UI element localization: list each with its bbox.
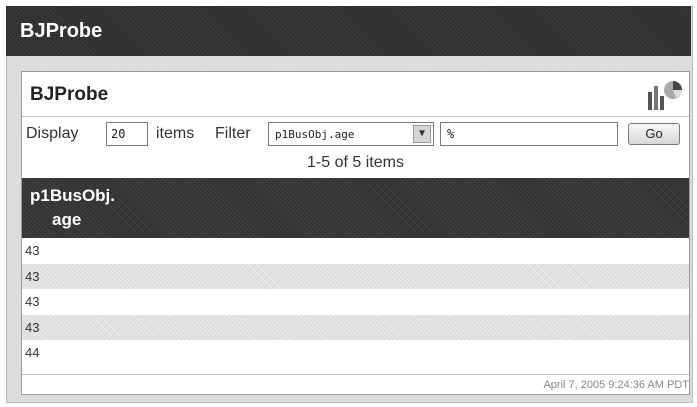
items-label: items <box>156 125 195 142</box>
items-per-page-input[interactable]: 20 <box>106 122 148 146</box>
window-title: BJProbe <box>20 20 103 42</box>
probe-panel: BJProbe Display 20 items Filter p1BusObj… <box>21 71 690 395</box>
chevron-down-icon[interactable]: ▼ <box>413 125 431 143</box>
panel-header: BJProbe <box>22 72 689 117</box>
filter-field-select[interactable]: p1BusObj.age ▼ <box>268 122 434 146</box>
display-label: Display <box>26 125 79 142</box>
chart-icon[interactable] <box>645 78 683 112</box>
timestamp: April 7, 2005 9:24:36 AM PDT <box>543 379 689 391</box>
column-header-line1: p1BusObj. <box>30 186 116 205</box>
table-row: 44 <box>25 345 40 360</box>
filter-controls: Display 20 items Filter p1BusObj.age ▼ %… <box>22 120 689 150</box>
table-row: 43 <box>22 314 689 340</box>
filter-label: Filter <box>215 125 251 142</box>
column-header-line2: age <box>52 210 82 229</box>
go-button[interactable]: Go <box>628 123 680 145</box>
results-table: 43 43 43 43 44 <box>22 238 689 366</box>
pager-text: 1-5 of 5 items <box>307 154 404 171</box>
column-header-age[interactable]: p1BusObj. age <box>22 178 689 238</box>
panel-title: BJProbe <box>30 84 109 105</box>
filter-value-input[interactable]: % <box>440 122 618 146</box>
window-title-bar: BJProbe <box>6 6 691 56</box>
table-row: 43 <box>22 263 689 289</box>
filter-field-value: p1BusObj.age <box>275 128 355 141</box>
timestamp-footer: April 7, 2005 9:24:36 AM PDT <box>22 374 689 395</box>
table-row: 43 <box>25 243 40 258</box>
table-row: 43 <box>25 294 40 309</box>
